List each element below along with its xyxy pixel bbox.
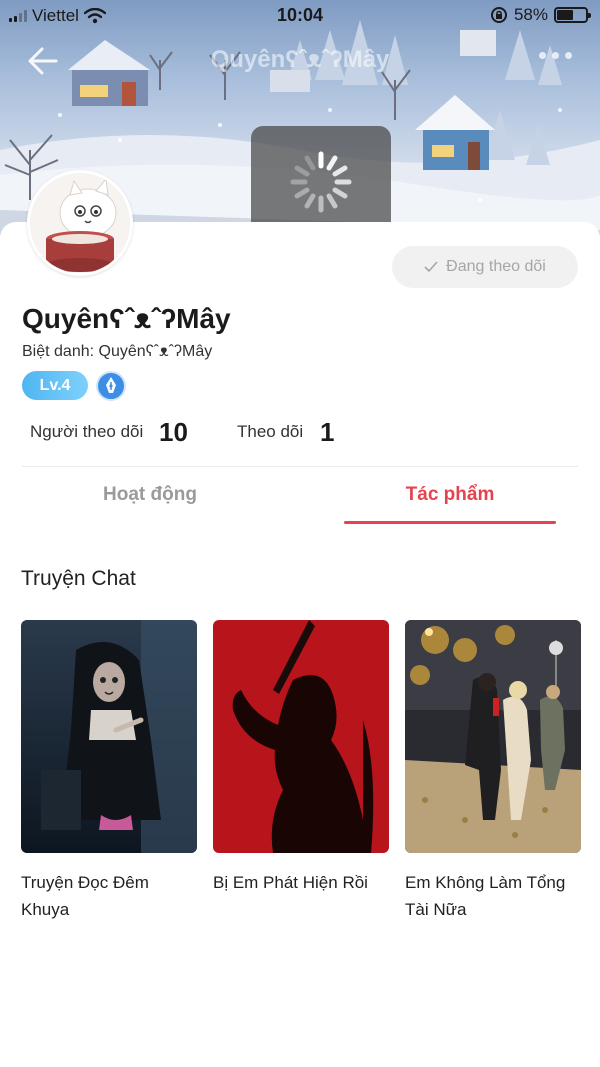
following-count[interactable]: 1 (320, 417, 334, 448)
tab-works[interactable]: Tác phẩm (344, 484, 556, 506)
nickname: Biệt danh: QuyênʕˆᴥˆʔMây (22, 343, 212, 361)
book-cover[interactable] (21, 620, 197, 853)
battery-level (557, 10, 574, 20)
divider (22, 466, 578, 467)
book-title[interactable]: Truyện Đọc Đêm Khuya (21, 869, 197, 923)
book-title[interactable]: Bị Em Phát Hiện Rồi (213, 869, 389, 896)
following-button-label: Đang theo dõi (446, 258, 546, 275)
following-label[interactable]: Theo dõi (237, 422, 303, 442)
followers-count[interactable]: 10 (159, 417, 188, 448)
book-cover-image (405, 620, 581, 853)
book-cover[interactable] (213, 620, 389, 853)
book-cover[interactable] (405, 620, 581, 853)
rotation-lock-icon (490, 7, 507, 23)
writer-pen-badge-icon[interactable] (96, 371, 126, 401)
more-dots-icon[interactable] (539, 52, 572, 59)
status-bar: Viettel 10:04 58% (0, 0, 600, 32)
nickname-value: QuyênʕˆᴥˆʔMây (98, 343, 213, 360)
spinner-icon (290, 151, 352, 213)
section-title: Truyện Chat (21, 567, 136, 590)
level-badge[interactable]: Lv.4 (22, 371, 88, 400)
book-title[interactable]: Em Không Làm Tổng Tài Nữa (405, 869, 581, 923)
active-tab-indicator (344, 521, 556, 524)
book-cover-image (21, 620, 197, 853)
book-item[interactable]: Bị Em Phát Hiện Rồi (213, 620, 389, 896)
book-item[interactable]: Truyện Đọc Đêm Khuya (21, 620, 197, 923)
tab-activity[interactable]: Hoạt động (55, 484, 245, 506)
nav-title: QuyênʕˆᴥˆʔMây (210, 46, 390, 73)
nickname-label: Biệt danh: (22, 343, 99, 360)
check-icon (424, 261, 438, 273)
book-cover-image (213, 620, 389, 853)
following-button[interactable]: Đang theo dõi (392, 246, 578, 288)
profile-name: QuyênʕˆᴥˆʔMây (22, 303, 231, 334)
followers-label[interactable]: Người theo dõi (30, 422, 143, 442)
battery-percent: 58% (513, 5, 548, 24)
cat-avatar-image (30, 173, 130, 273)
avatar[interactable] (27, 170, 133, 276)
back-arrow-icon[interactable] (24, 44, 62, 78)
battery-icon (554, 7, 591, 23)
book-item[interactable]: Em Không Làm Tổng Tài Nữa (405, 620, 581, 923)
